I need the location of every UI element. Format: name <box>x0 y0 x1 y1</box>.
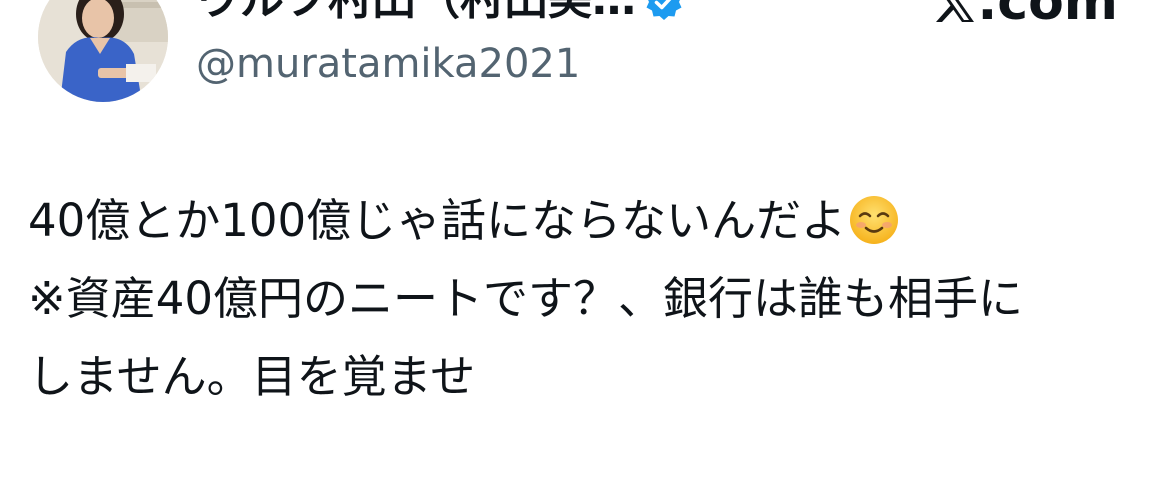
x-logo-icon <box>935 0 974 22</box>
brand-label: .com <box>977 0 1119 32</box>
tweet-text-line: ※資産40億円のニートです？、銀行は誰も相手に <box>28 272 1023 325</box>
tweet-header: ウルフ村田（村田美… @muratamika2021 .com <box>0 0 1154 110</box>
verified-badge-icon <box>646 0 682 20</box>
tweet-text-line: しません。目を覚ませ <box>28 350 476 403</box>
display-name-row: ウルフ村田（村田美… <box>196 0 684 30</box>
author-handle[interactable]: @muratamika2021 <box>196 38 580 90</box>
tweet-text-segment: 40億とか100億じゃ話にならないんだよ <box>28 194 847 247</box>
display-name[interactable]: ウルフ村田（村田美… <box>196 0 636 30</box>
tweet-text: 40億とか100億じゃ話にならないんだよ ※資産40億円のニートです？、銀行は誰… <box>28 182 1138 416</box>
tweet-text-line: 40億とか100億じゃ話にならないんだよ <box>28 182 1138 260</box>
brand-mark[interactable]: .com <box>930 0 1119 32</box>
author-avatar[interactable] <box>38 0 168 102</box>
profile-photo-avatar-icon <box>38 0 168 102</box>
smiling-face-icon <box>850 196 899 244</box>
